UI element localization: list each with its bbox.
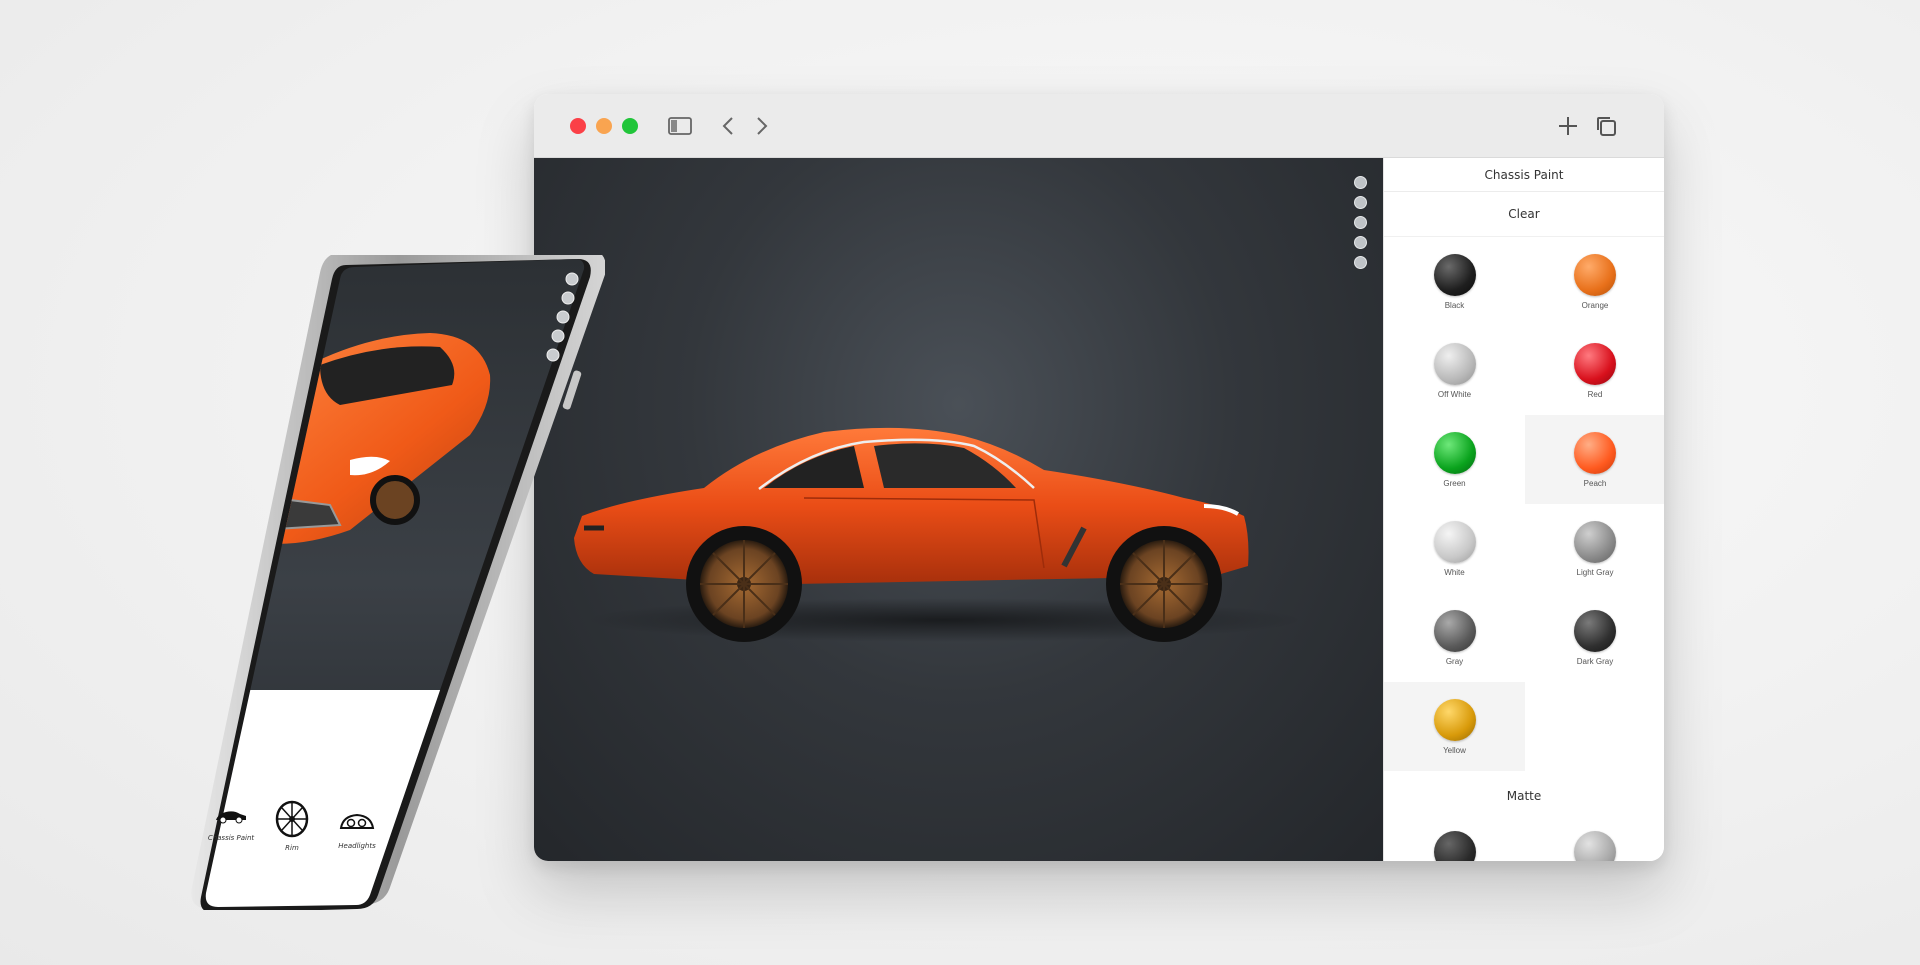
swatch-label: Orange [1581,301,1609,310]
tabs-icon[interactable] [1592,112,1620,140]
swatch-orange[interactable]: Orange [1525,237,1664,326]
info-icon[interactable] [1354,236,1367,249]
minimize-window-button[interactable] [596,118,612,134]
color-swatch [1433,432,1476,474]
plus-icon[interactable] [1554,112,1582,140]
settings-icon[interactable] [1354,256,1367,269]
swatch-black[interactable]: Black [1384,237,1525,326]
color-swatch [1433,521,1476,563]
swatch-white[interactable]: White [1384,504,1525,593]
browser-window: Chassis Paint Clear Black Orange Off Whi… [534,94,1664,861]
swatch-label: Peach [1583,479,1607,488]
color-swatch [1574,432,1616,474]
panel-title: Chassis Paint [1384,158,1664,192]
swatch-peach[interactable]: Peach [1525,415,1664,504]
color-swatch [1433,699,1476,741]
headlight-icon [339,813,375,829]
swatch-grid-clear: Black Orange Off White Red Green Peach W… [1384,237,1664,771]
swatch-off-white[interactable]: Off White [1384,326,1525,415]
swatch-yellow[interactable]: Yellow [1384,682,1525,771]
swatch-label: Yellow [1443,746,1466,755]
swatch-label: Off White [1437,390,1472,399]
section-title-clear[interactable]: Clear [1384,192,1664,237]
chevron-right-icon[interactable] [748,112,776,140]
swatch-label: White [1444,568,1465,577]
nav-item-rim[interactable]: Rim [267,800,317,852]
reset-view-icon[interactable] [1354,176,1367,189]
fullscreen-icon[interactable] [1354,216,1367,229]
rotate-icon[interactable] [1354,196,1367,209]
car-icon [216,811,246,824]
section-title-matte[interactable]: Matte [1384,771,1664,821]
color-swatch [1574,831,1616,861]
color-swatch [1574,610,1616,652]
swatch-label: Gray [1445,657,1464,666]
close-window-button[interactable] [570,118,586,134]
viewer-toolbar [1354,176,1368,276]
swatch-grid-matte [1384,821,1664,861]
color-swatch [1574,521,1616,563]
nav-item-headlights[interactable]: Headlights [327,812,387,850]
car-side-view[interactable] [564,388,1324,648]
swatch-label: Black [1444,301,1465,310]
sidebar-icon[interactable] [666,112,694,140]
swatch-dark-gray[interactable]: Dark Gray [1525,593,1664,682]
swatch-matte-dark[interactable] [1384,821,1525,861]
swatch-label: Light Gray [1576,568,1614,577]
swatch-red[interactable]: Red [1525,326,1664,415]
wheel-icon [275,800,309,838]
swatch-label: Red [1587,390,1603,399]
swatch-gray[interactable]: Gray [1384,593,1525,682]
nav-label: Headlights [338,842,376,850]
car-viewer[interactable] [534,158,1383,861]
color-swatch [1574,343,1616,385]
color-swatch [1433,831,1476,861]
color-swatch [1433,610,1476,652]
swatch-light-gray[interactable]: Light Gray [1525,504,1664,593]
paint-panel: Chassis Paint Clear Black Orange Off Whi… [1383,158,1664,861]
phone-nav: Chassis Paint Rim Headlights [195,800,395,888]
nav-label: Rim [285,844,299,852]
swatch-matte-light[interactable] [1525,821,1664,861]
nav-label: Chassis Paint [207,834,255,842]
color-swatch [1433,254,1476,296]
swatch-label: Dark Gray [1576,657,1614,666]
nav-item-chassis-paint[interactable]: Chassis Paint [201,808,261,842]
color-swatch [1433,343,1476,385]
chevron-left-icon[interactable] [714,112,742,140]
swatch-green[interactable]: Green [1384,415,1525,504]
swatch-label: Green [1443,479,1466,488]
color-swatch [1574,254,1616,296]
zoom-window-button[interactable] [622,118,638,134]
titlebar [534,94,1664,158]
